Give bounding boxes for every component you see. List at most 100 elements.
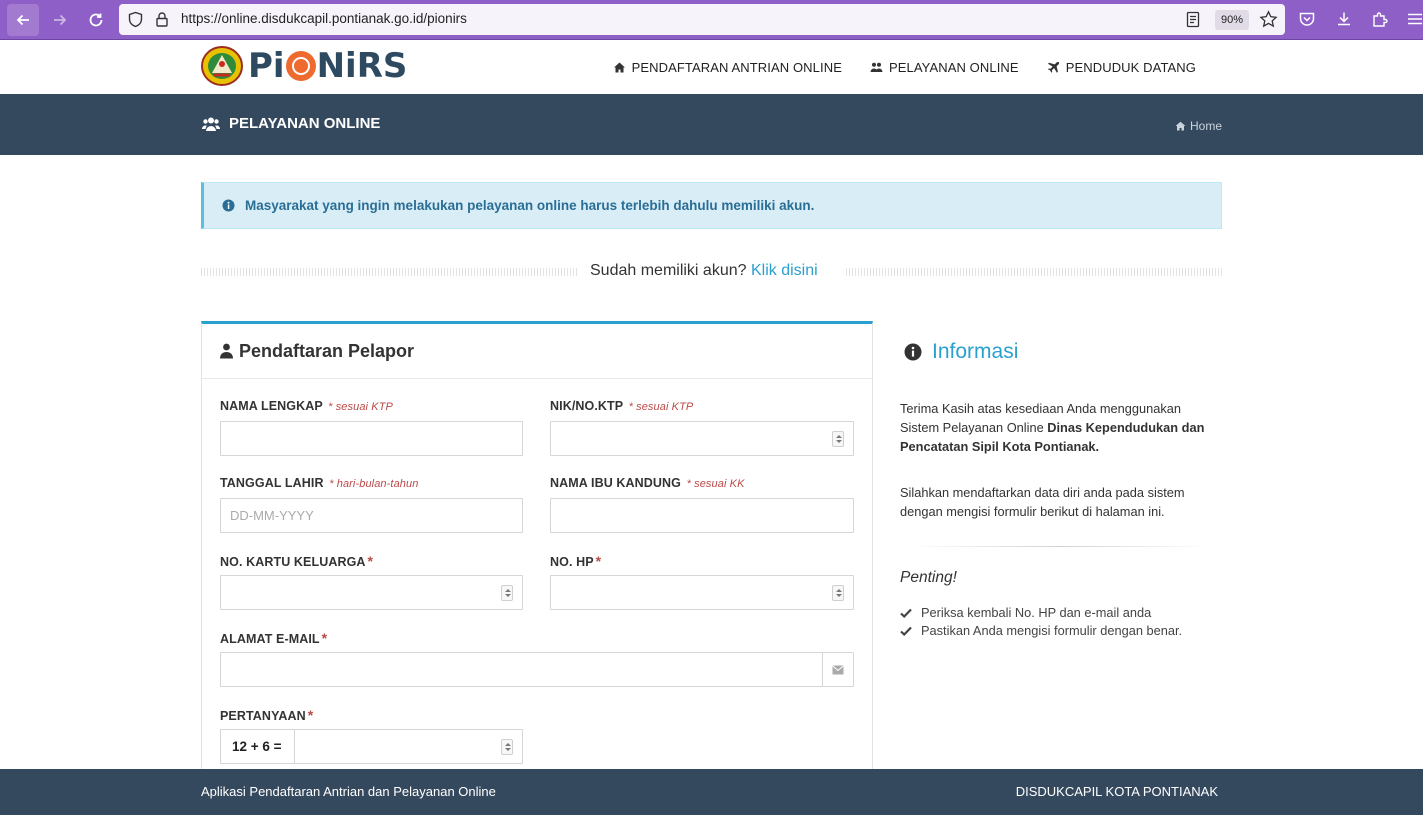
info-title: Informasi — [932, 340, 1019, 363]
nama-ibu-kandung-input[interactable] — [550, 498, 854, 533]
users-icon — [202, 117, 220, 131]
address-bar[interactable]: https://online.disdukcapil.pontianak.go.… — [119, 4, 1285, 35]
envelope-icon — [832, 665, 844, 674]
bookmark-star-icon[interactable] — [1259, 10, 1278, 29]
login-prompt-row: Sudah memiliki akun? Klik disini — [201, 260, 1222, 284]
email-addon — [822, 653, 853, 686]
home-icon — [1175, 121, 1186, 131]
download-icon — [1338, 12, 1350, 26]
number-spinner[interactable] — [832, 585, 844, 601]
hint-sesuai-ktp: * sesuai KTP — [628, 401, 694, 413]
penting-heading: Penting! — [900, 569, 957, 586]
checklist: Periksa kembali No. HP dan e-mail anda P… — [900, 604, 1182, 640]
breadcrumb-home-link[interactable]: Home — [1190, 119, 1222, 133]
label-nik: NIK/NO.KTP * sesuai KTP — [550, 399, 694, 413]
info-instruction-text: Silahkan mendaftarkan data diri anda pad… — [900, 485, 1185, 519]
login-prompt: Sudah memiliki akun? Klik disini — [590, 262, 818, 280]
reload-button[interactable] — [80, 4, 112, 36]
nama-lengkap-input[interactable] — [220, 421, 523, 456]
divider-left — [201, 268, 577, 276]
alamat-email-input[interactable] — [220, 652, 854, 687]
info-header: Informasi — [904, 340, 1220, 364]
nik-input[interactable] — [550, 421, 854, 456]
field-nama-lengkap: NAMA LENGKAP * sesuai KTP — [220, 399, 523, 456]
logo-wordmark: Pi NiRS — [248, 46, 408, 86]
info-thanks-text: Terima Kasih atas kesediaan Anda menggun… — [900, 401, 1205, 454]
info-divider — [910, 546, 1210, 547]
field-nik: NIK/NO.KTP * sesuai KTP — [550, 399, 854, 456]
lock-icon[interactable] — [154, 11, 170, 28]
info-sidebar: Informasi Terima Kasih atas kesediaan An… — [900, 340, 1220, 638]
pertanyaan-input[interactable]: 12 + 6 = — [220, 729, 523, 764]
field-tanggal-lahir: TANGGAL LAHIR * hari-bulan-tahun DD-MM-Y… — [220, 476, 523, 533]
page-title-text: PELAYANAN ONLINE — [229, 115, 381, 132]
label-alamat-email: ALAMAT E-MAIL * — [220, 630, 328, 646]
arrow-left-icon — [16, 14, 29, 26]
checklist-item: Periksa kembali No. HP dan e-mail anda — [900, 604, 1182, 622]
menu-button[interactable] — [1404, 8, 1423, 30]
site-header: Pi NiRS PENDAFTARAN ANTRIAN ONLINE PELAYA… — [0, 40, 1423, 94]
required-marker: * — [595, 553, 602, 569]
zoom-level-badge[interactable]: 90% — [1215, 10, 1249, 30]
arrow-right-icon — [54, 14, 67, 26]
required-marker: * — [367, 553, 374, 569]
hint-hari-bulan-tahun: * hari-bulan-tahun — [329, 478, 419, 490]
registration-form-panel: Pendaftaran Pelapor NAMA LENGKAP * sesua… — [201, 321, 873, 781]
users-icon — [870, 62, 883, 72]
field-alamat-email: ALAMAT E-MAIL * — [220, 630, 854, 687]
number-spinner[interactable] — [501, 739, 513, 755]
pocket-button[interactable] — [1296, 8, 1318, 30]
form-title: Pendaftaran Pelapor — [239, 340, 415, 361]
footer-app-name: Aplikasi Pendaftaran Antrian dan Pelayan… — [201, 784, 496, 799]
pocket-icon — [1299, 12, 1315, 26]
number-spinner[interactable] — [832, 431, 844, 447]
browser-toolbar: https://online.disdukcapil.pontianak.go.… — [0, 0, 1423, 40]
plane-icon — [1047, 61, 1059, 73]
downloads-button[interactable] — [1333, 8, 1355, 30]
forward-button[interactable] — [44, 4, 76, 36]
nav-pendaftaran-antrian[interactable]: PENDAFTARAN ANTRIAN ONLINE — [613, 60, 842, 75]
field-no-hp: NO. HP * — [550, 553, 854, 610]
hint-sesuai-ktp: * sesuai KTP — [328, 401, 393, 413]
label-nama-lengkap: NAMA LENGKAP * sesuai KTP — [220, 399, 393, 413]
tanggal-lahir-input[interactable]: DD-MM-YYYY — [220, 498, 523, 533]
info-circle-icon — [222, 199, 235, 212]
nav-penduduk-datang[interactable]: PENDUDUK DATANG — [1047, 60, 1196, 75]
pontianak-emblem-icon — [201, 46, 243, 86]
back-button[interactable] — [7, 4, 39, 36]
page-title-band: PELAYANAN ONLINE Home — [0, 94, 1423, 155]
nav-label: PENDAFTARAN ANTRIAN ONLINE — [631, 59, 842, 75]
login-link[interactable]: Klik disini — [751, 262, 818, 279]
url-text[interactable]: https://online.disdukcapil.pontianak.go.… — [181, 11, 467, 26]
hamburger-menu-icon — [1408, 13, 1422, 25]
form-header: Pendaftaran Pelapor — [202, 324, 872, 379]
nav-pelayanan-online[interactable]: PELAYANAN ONLINE — [870, 60, 1019, 75]
nav-label: PENDUDUK DATANG — [1065, 59, 1196, 75]
reader-view-icon[interactable] — [1185, 11, 1201, 28]
number-spinner[interactable] — [501, 585, 513, 601]
puzzle-icon — [1373, 12, 1388, 27]
info-circle-icon — [904, 343, 922, 361]
site-footer: Aplikasi Pendaftaran Antrian dan Pelayan… — [0, 769, 1423, 815]
label-tanggal-lahir: TANGGAL LAHIR * hari-bulan-tahun — [220, 476, 419, 490]
user-icon — [220, 343, 233, 359]
page-title: PELAYANAN ONLINE — [202, 115, 380, 132]
main-navigation: PENDAFTARAN ANTRIAN ONLINE PELAYANAN ONL… — [613, 40, 1196, 94]
check-icon — [900, 626, 912, 636]
extensions-button[interactable] — [1369, 8, 1391, 30]
shield-icon[interactable] — [127, 11, 144, 28]
checklist-item: Pastikan Anda mengisi formulir dengan be… — [900, 622, 1182, 640]
label-nama-ibu-kandung: NAMA IBU KANDUNG * sesuai KK — [550, 476, 745, 490]
breadcrumb[interactable]: Home — [1175, 119, 1222, 133]
label-pertanyaan: PERTANYAAN * — [220, 707, 314, 723]
site-logo[interactable]: Pi NiRS — [200, 45, 407, 87]
label-no-kartu-keluarga: NO. KARTU KELUARGA * — [220, 553, 374, 569]
no-kartu-keluarga-input[interactable] — [220, 575, 523, 610]
home-icon — [613, 62, 625, 72]
required-marker: * — [321, 630, 328, 646]
divider-right — [846, 268, 1222, 276]
field-nama-ibu-kandung: NAMA IBU KANDUNG * sesuai KK — [550, 476, 854, 533]
nav-label: PELAYANAN ONLINE — [888, 59, 1019, 75]
no-hp-input[interactable] — [550, 575, 854, 610]
login-prompt-text: Sudah memiliki akun? — [590, 262, 747, 279]
